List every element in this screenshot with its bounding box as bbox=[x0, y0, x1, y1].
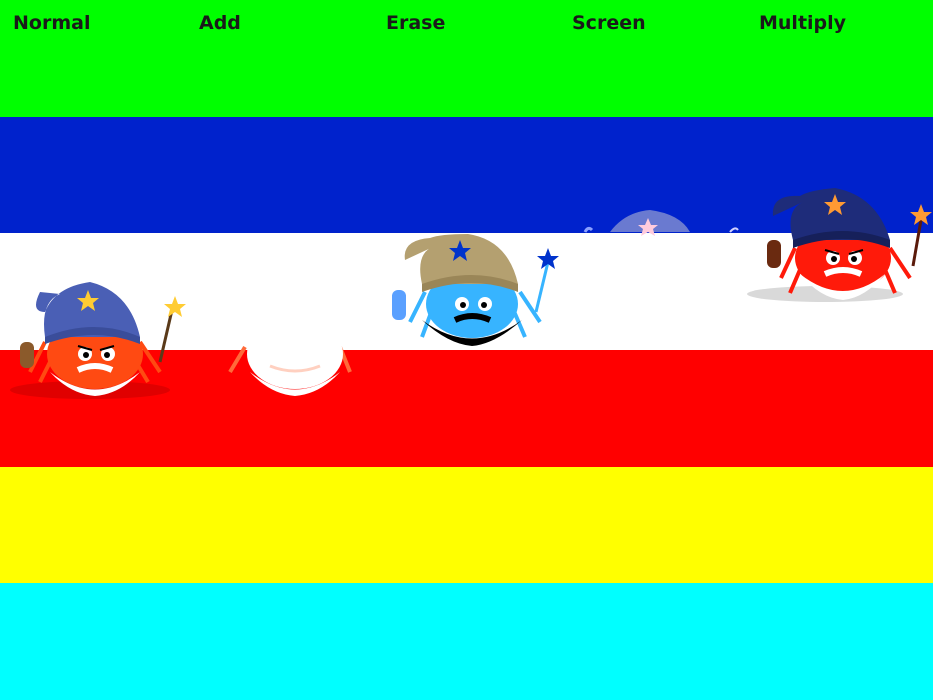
wizard-crab-screen-sprite[interactable] bbox=[570, 208, 770, 338]
blend-mode-label-normal: Normal bbox=[13, 12, 91, 34]
blend-mode-label-screen: Screen bbox=[572, 12, 646, 34]
wizard-crab-add-sprite[interactable] bbox=[200, 282, 400, 412]
yellow-band bbox=[0, 467, 933, 583]
cyan-band bbox=[0, 583, 933, 700]
wizard-crab-multiply-sprite[interactable] bbox=[745, 188, 933, 318]
wizard-crab-erase-sprite[interactable] bbox=[380, 232, 580, 362]
wizard-crab-normal-sprite[interactable] bbox=[0, 282, 200, 412]
blend-mode-label-add: Add bbox=[199, 12, 241, 34]
blend-mode-label-erase: Erase bbox=[386, 12, 446, 34]
game-canvas[interactable]: Normal Add Erase Screen Multiply bbox=[0, 0, 933, 700]
blend-mode-label-multiply: Multiply bbox=[759, 12, 847, 34]
